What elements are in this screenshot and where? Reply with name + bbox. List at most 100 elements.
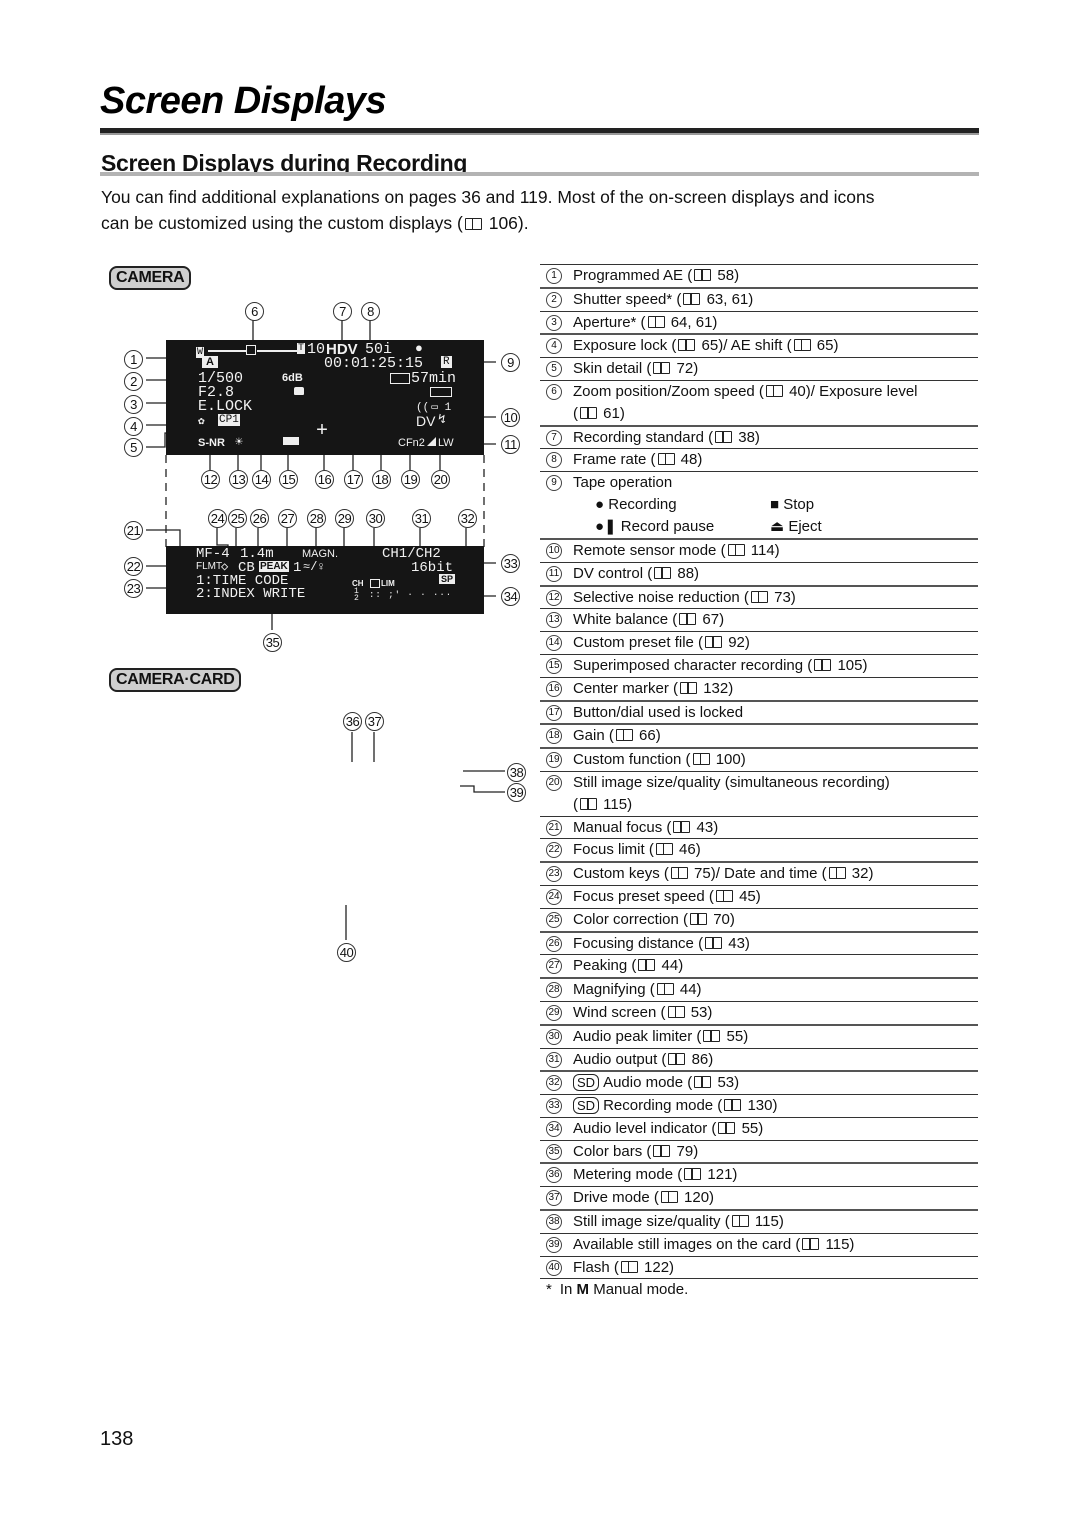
legend-number: 10 — [546, 542, 562, 559]
tape-record-pause: ●❚ Record pause — [595, 517, 715, 535]
book-icon — [731, 1215, 749, 1228]
book-icon — [703, 1029, 721, 1042]
legend-text: Available still images on the card ( — [573, 1235, 801, 1253]
legend-page-ref: 55) — [737, 1119, 764, 1137]
legend-text: Magnifying ( — [573, 981, 655, 999]
zoom-track-right — [257, 350, 297, 352]
legend-text: Audio mode ( — [603, 1074, 693, 1092]
callout-36: 36 — [343, 712, 362, 731]
legend-text: Still image size/quality ( — [573, 1213, 730, 1231]
callout-31: 31 — [412, 509, 431, 528]
callout-7: 7 — [333, 302, 352, 321]
legend-text: Custom preset file ( — [573, 634, 704, 652]
legend-item: 28 Magnifying ( 44) — [540, 977, 978, 1001]
legend-item: 35 Color bars ( 79) — [540, 1139, 978, 1163]
legend-page-ref: 58) — [713, 267, 740, 284]
legend-page-ref: 122) — [639, 1258, 675, 1276]
legend-text: Audio level indicator ( — [573, 1119, 717, 1137]
center-marker: + — [316, 420, 329, 443]
tape-recording-icon: ● — [595, 495, 609, 513]
legend-page-ref: 45) — [734, 887, 761, 905]
book-icon — [655, 843, 673, 856]
legend-text: Focus preset speed ( — [573, 887, 714, 905]
focus-limit: FLMT — [196, 561, 223, 572]
legend-page-ref: 44) — [657, 957, 684, 975]
book-icon — [692, 753, 710, 766]
callout-39: 39 — [507, 783, 526, 802]
legend-number: 32 — [546, 1075, 562, 1092]
tape-icon — [390, 373, 410, 384]
legend-text: Color bars ( — [573, 1142, 652, 1160]
legend-page-ref: 40)/ Exposure level — [784, 382, 918, 400]
legend-text: Custom keys ( — [573, 865, 669, 883]
callout-17: 17 — [344, 470, 363, 489]
legend-item: 29 Wind screen ( 53) — [540, 1000, 978, 1024]
legend-number: 17 — [546, 704, 562, 721]
legend-text: Drive mode ( — [573, 1189, 659, 1207]
legend-item: 13 White balance ( 67) — [540, 608, 978, 631]
legend-item: 30 Audio peak limiter ( 55) — [540, 1023, 978, 1048]
book-icon — [679, 613, 697, 626]
legend-page-ref: 64, 61) — [666, 313, 718, 331]
legend-text: Skin detail ( — [573, 360, 652, 378]
callout-10: 10 — [501, 408, 520, 427]
zoom-position-marker — [246, 345, 256, 355]
audio-m-icon — [370, 579, 380, 588]
legend-text: Selective noise reduction ( — [573, 588, 749, 606]
legend-text: Color correction ( — [573, 910, 689, 928]
legend-number: 19 — [546, 752, 562, 769]
legend-page-ref: 48) — [676, 451, 703, 469]
callout-14: 14 — [252, 470, 271, 489]
legend-text: Recording mode ( — [603, 1097, 723, 1115]
legend-number: 15 — [546, 657, 562, 674]
legend-item: 3 Aperture* ( 64, 61) — [540, 310, 978, 334]
callout-21: 21 — [124, 521, 143, 540]
legend-item: 11 DV control ( 88) — [540, 561, 978, 585]
tape-recording: ● Recording — [595, 495, 677, 513]
legend-number: 1 — [546, 268, 562, 284]
custom-function: CFn2 — [398, 437, 425, 449]
exposure-lock: E.LOCK — [198, 398, 253, 415]
legend-text: Gain ( — [573, 727, 614, 745]
zoom-track-left — [208, 350, 246, 352]
legend-number: 2 — [546, 291, 562, 308]
legend-number: 9 — [546, 475, 562, 492]
legend-page-ref: 65) — [812, 337, 839, 355]
legend-number: 4 — [546, 338, 562, 355]
legend-number: 26 — [546, 935, 562, 952]
callout-1: 1 — [124, 350, 143, 369]
remaining-time: 57min — [411, 370, 457, 387]
legend-text: Flash ( — [573, 1258, 619, 1276]
legend-number: 5 — [546, 361, 562, 378]
legend-page-ref: 32) — [847, 865, 874, 883]
legend-text: Manual focus ( — [573, 818, 672, 836]
callout-13: 13 — [229, 470, 248, 489]
magnifying: MAGN. — [302, 548, 339, 560]
legend-number: 28 — [546, 982, 562, 999]
callout-5: 5 — [124, 438, 143, 457]
callout-12: 12 — [201, 470, 220, 489]
legend-item: 25 Color correction ( 70) — [540, 907, 978, 931]
legend-number: 20 — [546, 774, 562, 791]
callout-29: 29 — [335, 509, 354, 528]
legend-item: 27 Peaking ( 44) — [540, 954, 978, 977]
legend-page-ref: 114) — [746, 541, 780, 559]
legend-item: 24 Focus preset speed ( 45) — [540, 884, 978, 908]
legend-text: Aperture* ( — [573, 313, 646, 331]
legend-page-ref: 121) — [703, 1166, 738, 1184]
legend-text: Frame rate ( — [573, 451, 656, 469]
book-icon — [705, 936, 723, 949]
legend-item: 6 Zoom position/Zoom speed ( 40)/ Exposur… — [540, 379, 978, 425]
legend-number: 38 — [546, 1214, 562, 1231]
book-icon — [828, 867, 846, 880]
legend-page-ref: 70) — [709, 910, 735, 928]
legend-item: 15 Superimposed character recording ( 105… — [540, 653, 978, 677]
book-icon — [802, 1237, 820, 1250]
lock-icon — [294, 387, 304, 395]
legend-item: 14 Custom preset file ( 92) — [540, 631, 978, 654]
book-icon — [715, 889, 733, 902]
legend-page-ref: 38) — [734, 428, 760, 446]
legend-number: 30 — [546, 1028, 562, 1045]
legend-page-ref: 66) — [634, 727, 661, 745]
legend-text: Wind screen ( — [573, 1003, 666, 1021]
